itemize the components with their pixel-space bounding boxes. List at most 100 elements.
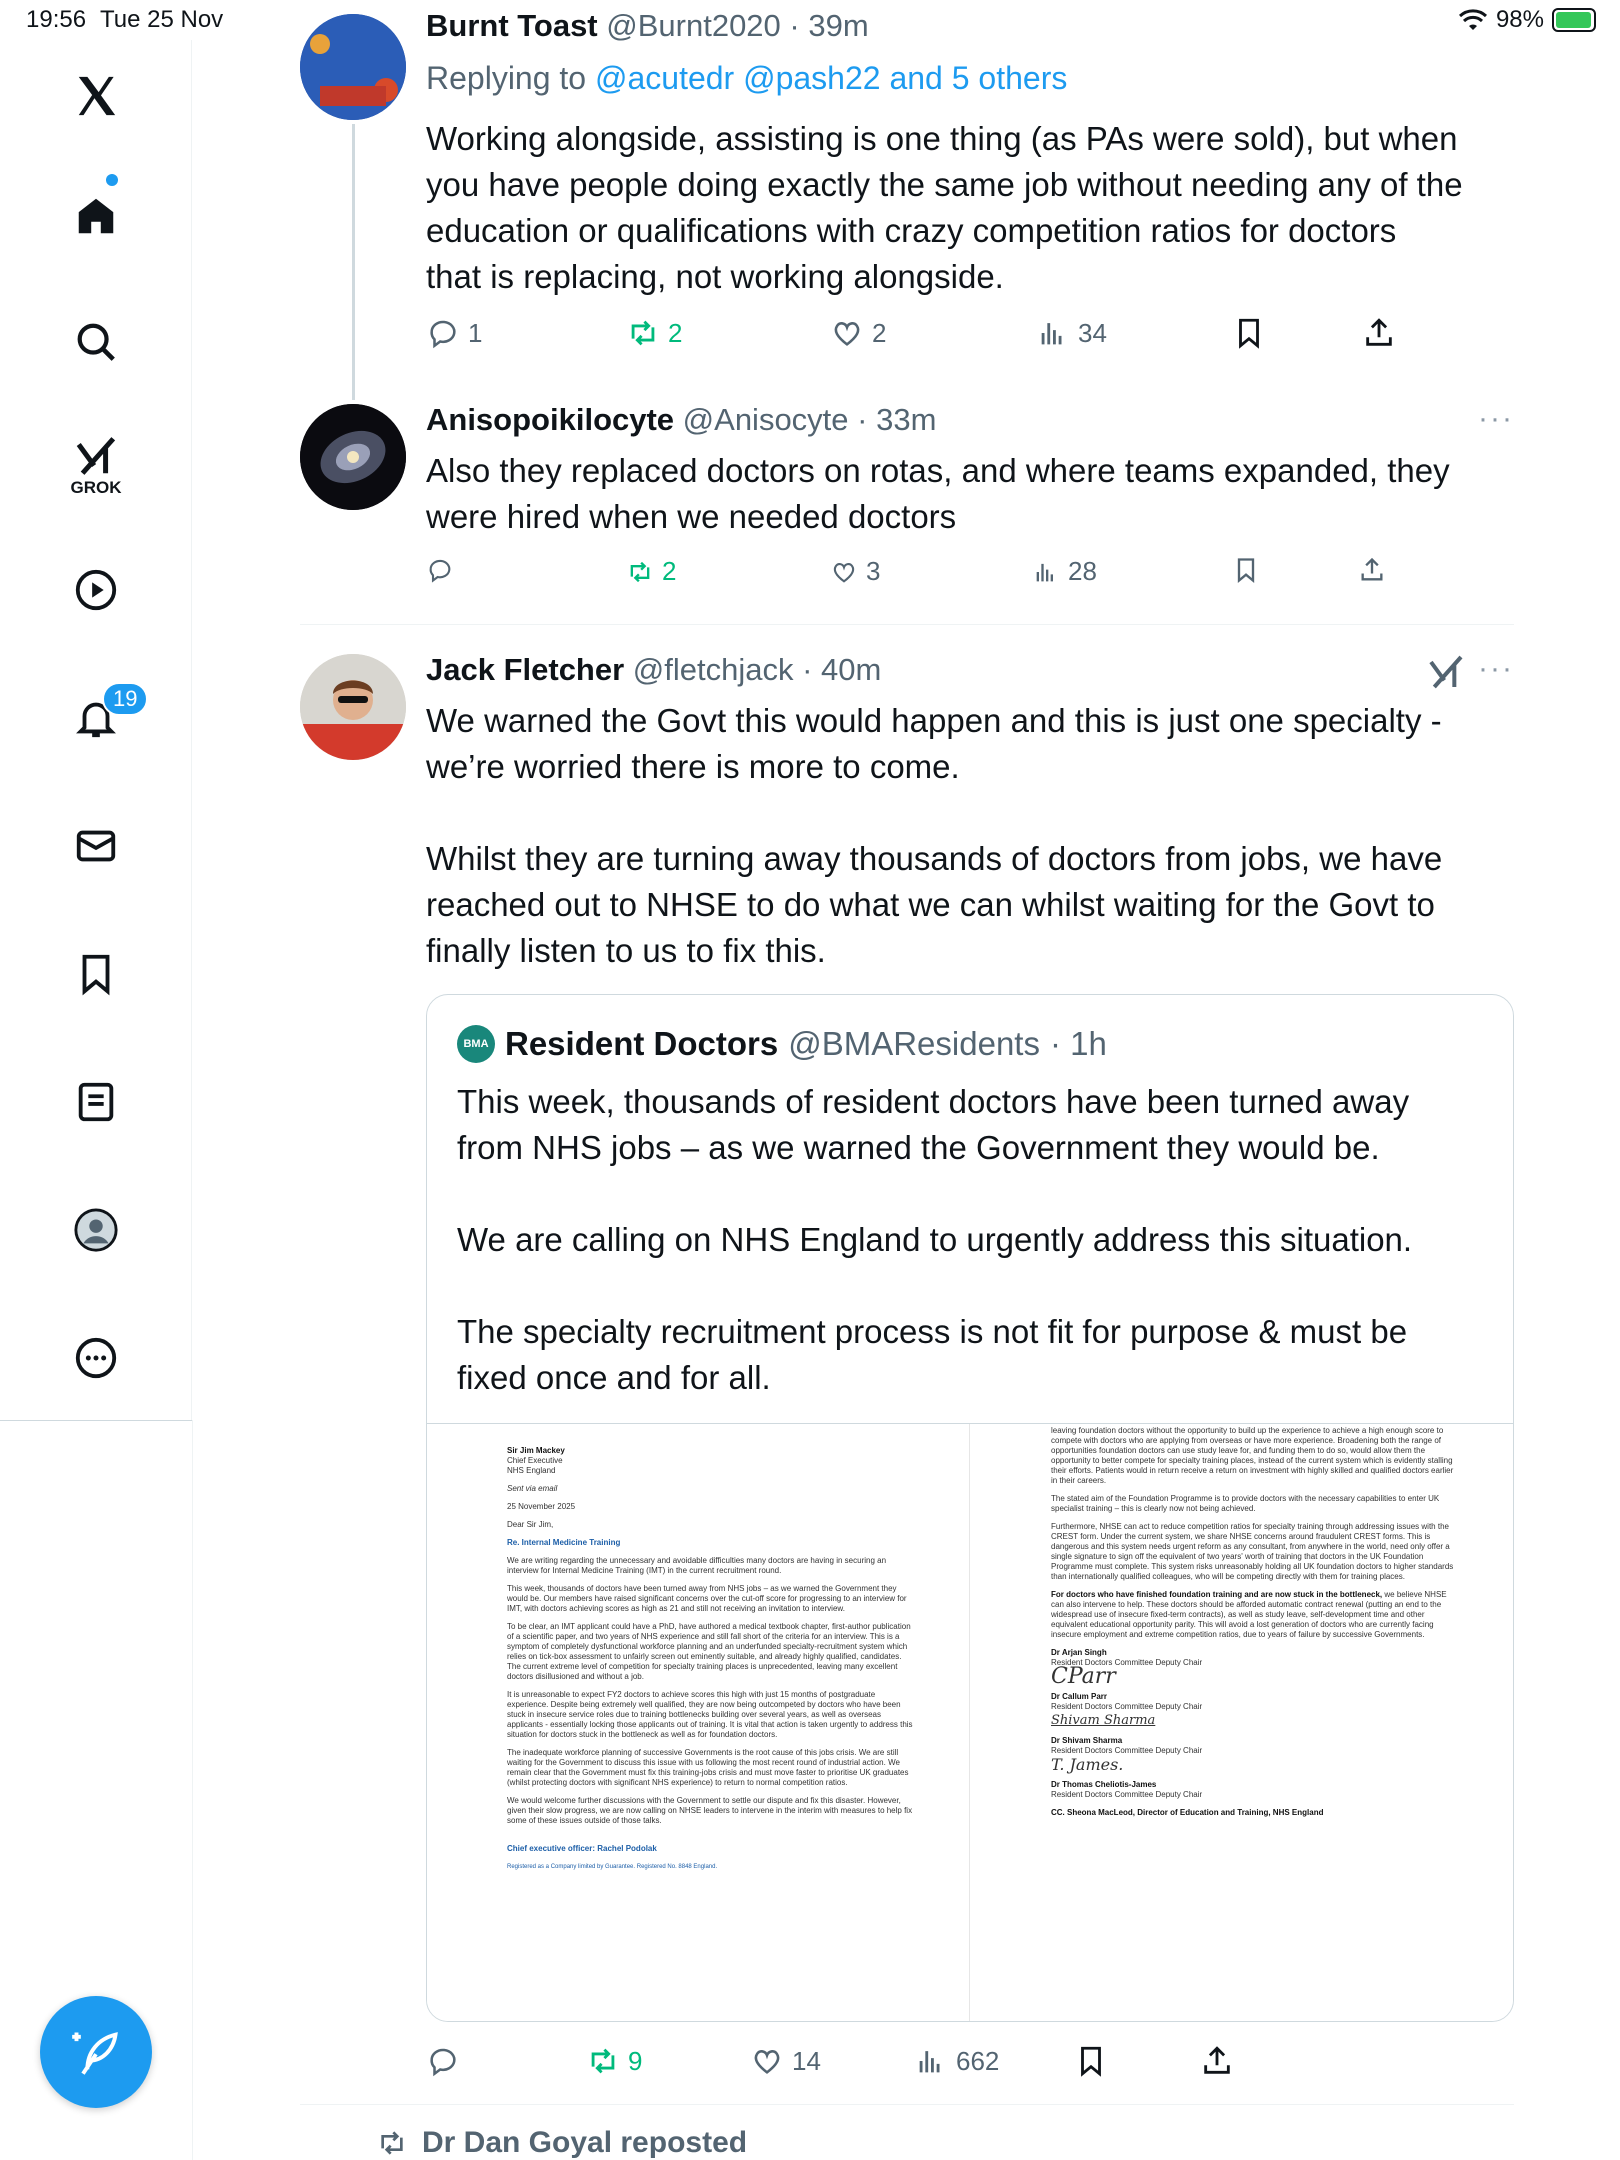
reply-count: 1 [468, 317, 483, 348]
repost-icon [631, 320, 655, 346]
author-handle[interactable]: @fletchjack [633, 652, 794, 687]
notifications-badge: 19 [102, 682, 149, 716]
profile-icon[interactable] [70, 1204, 122, 1256]
author-handle[interactable]: @Anisocyte [683, 402, 849, 437]
status-right: 98% [1458, 6, 1596, 34]
letter-image[interactable]: Sir Jim Mackey Chief Executive NHS Engla… [427, 1423, 1513, 2021]
reply-icon [429, 559, 451, 583]
articles-icon[interactable] [70, 1076, 122, 1128]
status-date: Tue 25 Nov [100, 6, 224, 33]
like-count: 2 [872, 317, 887, 348]
tweet-2-text: Also they replaced doctors on rotas, and… [426, 452, 1450, 535]
quoted-tweet-time: · 1h [1049, 1025, 1107, 1062]
reply-icon [430, 2048, 456, 2077]
more-menu-icon[interactable]: ··· [1478, 402, 1514, 436]
reply-context: Replying to @acutedr @pash22 and 5 other… [426, 60, 1067, 97]
letter-paragraph: leaving foundation doctors without the o… [1051, 1426, 1454, 1485]
author-name[interactable]: Jack Fletcher [426, 652, 624, 687]
repost-button[interactable]: 9 [586, 2044, 642, 2078]
reply-button[interactable]: 1 [426, 316, 482, 350]
share-button[interactable] [1200, 2044, 1234, 2078]
quoted-tweet[interactable]: BMA Resident Doctors @BMAResidents · 1h … [426, 994, 1514, 2022]
share-button[interactable] [1362, 316, 1396, 350]
views-button[interactable]: 28 [1032, 556, 1097, 587]
compose-feather-icon [72, 2032, 118, 2075]
avatar-burnt-toast[interactable] [300, 14, 406, 120]
like-button[interactable]: 3 [830, 556, 880, 587]
repost-icon [381, 2131, 403, 2155]
repost-label: Dr Dan Goyal reposted [422, 2126, 748, 2159]
repost-indicator[interactable]: Dr Dan Goyal reposted [376, 2126, 747, 2160]
views-button[interactable]: 662 [914, 2044, 999, 2078]
battery-percent: 98% [1495, 6, 1544, 33]
thread-line [352, 124, 355, 400]
messages-icon[interactable] [70, 820, 122, 872]
bookmark-icon [1237, 558, 1255, 583]
bookmark-button[interactable] [1232, 556, 1260, 584]
reply-targets-link[interactable]: @acutedr @pash22 and 5 others [595, 60, 1067, 96]
letter-org: NHS England [507, 1466, 556, 1475]
grok-icon[interactable] [70, 430, 122, 482]
more-menu-icon[interactable]: ··· [1478, 652, 1514, 686]
repost-count: 2 [668, 317, 683, 348]
quoted-author-name: Resident Doctors [505, 1025, 779, 1062]
repost-count: 2 [662, 556, 677, 586]
letter-greeting: Dear Sir Jim, [507, 1520, 554, 1529]
bookmark-button[interactable] [1232, 316, 1266, 350]
letter-paragraph: We are writing regarding the unnecessary… [507, 1556, 887, 1575]
battery-icon [1552, 8, 1596, 32]
letter-paragraph: This week, thousands of doctors have bee… [507, 1584, 907, 1613]
bookmark-button[interactable] [1074, 2044, 1108, 2078]
letter-subject: Re. Internal Medicine Training [507, 1538, 621, 1547]
reply-button[interactable] [426, 2044, 468, 2078]
signatory-name: Dr Shivam Sharma [1051, 1736, 1123, 1745]
grok-explain-icon[interactable] [1426, 652, 1466, 692]
repost-button[interactable]: 2 [626, 316, 682, 350]
more-options-icon[interactable] [70, 1332, 122, 1384]
letter-paragraph: We would welcome further discussions wit… [507, 1796, 913, 1825]
compose-button[interactable] [40, 1996, 152, 2108]
letter-sent: Sent via email [507, 1484, 558, 1493]
views-icon [919, 2051, 940, 2073]
repost-icon [630, 561, 650, 582]
signature-james: T. James. [1051, 1755, 1124, 1774]
bookmarks-icon[interactable] [70, 948, 122, 1000]
share-button[interactable] [1358, 556, 1386, 584]
signature-sharma: Shivam Sharma [1051, 1713, 1156, 1728]
home-icon[interactable] [70, 190, 122, 242]
avatar-anisopoikilocyte[interactable] [300, 404, 406, 510]
letter-paragraph: It is unreasonable to expect FY2 doctors… [507, 1690, 913, 1739]
letter-paragraph: Furthermore, NHSE can act to reduce comp… [1051, 1522, 1454, 1581]
status-time: 19:56 [26, 6, 87, 33]
signature-parr: CParr [1051, 1664, 1116, 1689]
author-name[interactable]: Anisopoikilocyte [426, 402, 674, 437]
like-button[interactable]: 2 [830, 316, 886, 350]
views-button[interactable]: 34 [1036, 316, 1107, 350]
letter-addressee: Sir Jim Mackey [507, 1446, 565, 1455]
bookmark-icon [1081, 2046, 1101, 2077]
views-icon [1041, 323, 1062, 345]
like-button[interactable]: 14 [750, 2044, 821, 2078]
search-icon[interactable] [70, 316, 122, 368]
signatory-name: Dr Thomas Cheliotis-James [1051, 1780, 1157, 1789]
reply-button[interactable] [426, 556, 462, 584]
letter-date: 25 November 2025 [507, 1502, 576, 1511]
views-count: 28 [1068, 556, 1097, 586]
author-handle[interactable]: @Burnt2020 [606, 8, 781, 43]
like-count: 14 [792, 2045, 821, 2076]
heart-icon [754, 2050, 780, 2074]
tweet-time: · 39m [789, 8, 869, 43]
quoted-author-handle: @BMAResidents [788, 1025, 1040, 1062]
letter-footer: Chief executive officer: Rachel Podolak [507, 1844, 657, 1853]
tweet-1-header: Burnt Toast @Burnt2020 · 39m [426, 8, 869, 44]
reply-prefix: Replying to [426, 60, 587, 96]
tweet-time: · 40m [802, 652, 882, 687]
author-name[interactable]: Burnt Toast [426, 8, 598, 43]
avatar-jack-fletcher[interactable] [300, 654, 406, 760]
repost-button[interactable]: 2 [626, 556, 676, 587]
sidebar: GROK 19 [0, 40, 192, 1420]
video-icon[interactable] [70, 564, 122, 616]
wifi-icon [1458, 9, 1487, 30]
x-logo-icon[interactable] [70, 70, 122, 122]
letter-paragraph: The inadequate workforce planning of suc… [507, 1748, 909, 1787]
